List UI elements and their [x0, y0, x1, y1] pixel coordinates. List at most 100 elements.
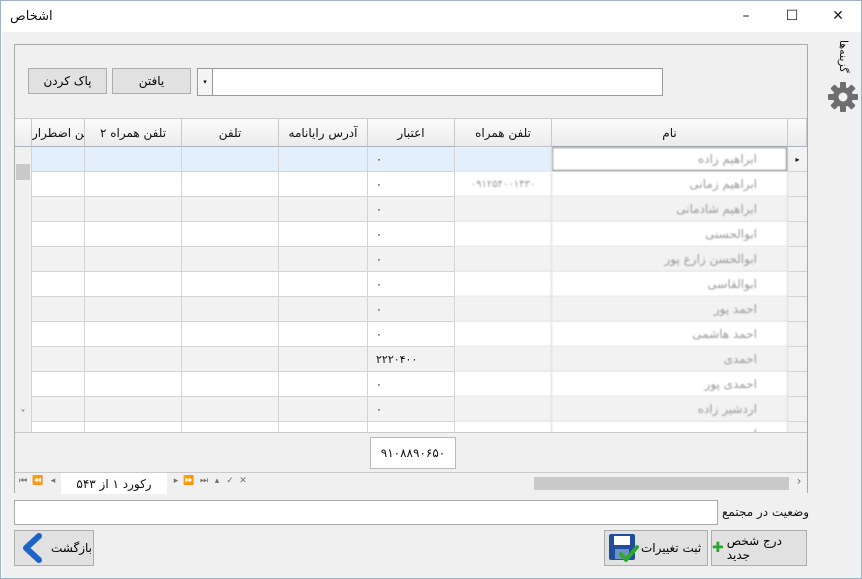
grid-cell[interactable]: [182, 247, 279, 272]
grid-cell[interactable]: [279, 322, 368, 347]
grid-cell[interactable]: [182, 297, 279, 322]
close-button[interactable]: ✕: [815, 1, 861, 31]
grid-cell[interactable]: [85, 322, 182, 347]
mobile-cell[interactable]: [455, 222, 552, 247]
grid-cell[interactable]: [32, 222, 85, 247]
grid-cell[interactable]: [85, 397, 182, 422]
name-cell[interactable]: ابراهیم زمانی: [552, 172, 788, 197]
grid-cell[interactable]: [32, 297, 85, 322]
mobile-cell[interactable]: [455, 322, 552, 347]
cancel-record-icon[interactable]: ✕: [237, 476, 249, 486]
row-indicator[interactable]: [788, 247, 807, 272]
last-record-icon[interactable]: ⏭: [198, 476, 210, 486]
credit-cell[interactable]: ۰: [368, 272, 455, 297]
clear-button[interactable]: پاک کردن: [28, 68, 107, 94]
find-button[interactable]: یافتن: [112, 68, 191, 94]
credit-cell[interactable]: ۰: [368, 172, 455, 197]
scroll-down-icon[interactable]: ˅: [15, 409, 31, 423]
credit-cell[interactable]: ۰: [368, 222, 455, 247]
column-header[interactable]: نام: [552, 119, 788, 147]
gear-icon[interactable]: [827, 81, 859, 113]
column-header[interactable]: تلفن همراه: [455, 119, 552, 147]
grid-cell[interactable]: [85, 147, 182, 172]
scrollbar-thumb[interactable]: [534, 477, 789, 490]
grid-cell[interactable]: [279, 197, 368, 222]
community-status-field[interactable]: [14, 500, 718, 525]
mobile-cell[interactable]: [455, 397, 552, 422]
name-cell[interactable]: احمد هاشمی: [552, 322, 788, 347]
mobile-cell[interactable]: [455, 297, 552, 322]
grid-cell[interactable]: [32, 197, 85, 222]
grid-cell[interactable]: [32, 172, 85, 197]
row-indicator[interactable]: [788, 422, 807, 432]
grid-cell[interactable]: [32, 372, 85, 397]
row-indicator[interactable]: [788, 172, 807, 197]
grid-cell[interactable]: [182, 397, 279, 422]
name-cell[interactable]: ابوالحسن زارع پور: [552, 247, 788, 272]
grid-cell[interactable]: [182, 322, 279, 347]
grid-cell[interactable]: [182, 372, 279, 397]
credit-cell[interactable]: ۰: [368, 297, 455, 322]
scroll-right-icon[interactable]: ›: [793, 474, 805, 488]
row-indicator[interactable]: [788, 397, 807, 422]
next-record-icon[interactable]: ▸: [170, 476, 182, 486]
column-header[interactable]: تلفن: [182, 119, 279, 147]
grid-cell[interactable]: [279, 422, 368, 432]
grid-cell[interactable]: [85, 372, 182, 397]
grid-cell[interactable]: [182, 147, 279, 172]
horizontal-scrollbar[interactable]: [256, 475, 806, 492]
mobile-cell[interactable]: ۰۹۱۲۵۴۰۰۱۴۳۰: [455, 172, 552, 197]
credit-cell[interactable]: ۲۲۲۰۴۰۰: [368, 347, 455, 372]
post-record-icon[interactable]: ✓: [224, 476, 236, 486]
grid-cell[interactable]: [279, 347, 368, 372]
grid-cell[interactable]: [85, 297, 182, 322]
name-cell[interactable]: اسدی: [552, 422, 788, 432]
row-indicator[interactable]: [788, 272, 807, 297]
grid-cell[interactable]: [85, 197, 182, 222]
search-dropdown-button[interactable]: ▾: [197, 68, 213, 96]
credit-cell[interactable]: ۰: [368, 322, 455, 347]
row-indicator[interactable]: [788, 372, 807, 397]
mobile-cell[interactable]: [455, 347, 552, 372]
name-cell[interactable]: اردشیر زاده: [552, 397, 788, 422]
grid-cell[interactable]: [85, 172, 182, 197]
column-header[interactable]: تلفن اضطرار: [32, 119, 85, 147]
name-cell[interactable]: احمد پور: [552, 297, 788, 322]
maximize-button[interactable]: ☐: [769, 1, 815, 31]
mobile-cell[interactable]: [455, 197, 552, 222]
grid-cell[interactable]: [279, 172, 368, 197]
grid-cell[interactable]: [182, 172, 279, 197]
grid-cell[interactable]: [32, 272, 85, 297]
row-indicator[interactable]: [788, 297, 807, 322]
credit-cell[interactable]: [368, 422, 455, 432]
mobile-cell[interactable]: [455, 422, 552, 432]
column-header[interactable]: آدرس رایانامه: [279, 119, 368, 147]
options-panel[interactable]: گزینه‌ها: [820, 32, 861, 122]
grid-cell[interactable]: [32, 347, 85, 372]
insert-record-icon[interactable]: ▴: [211, 476, 223, 486]
row-indicator[interactable]: [788, 222, 807, 247]
credit-cell[interactable]: ۰: [368, 147, 455, 172]
grid-cell[interactable]: [85, 347, 182, 372]
mobile-cell[interactable]: [455, 247, 552, 272]
grid-cell[interactable]: [182, 422, 279, 432]
back-button[interactable]: بازگشت: [14, 530, 94, 566]
vertical-scrollbar[interactable]: ˅: [15, 147, 32, 432]
grid-cell[interactable]: [32, 147, 85, 172]
grid-cell[interactable]: [32, 422, 85, 432]
minimize-button[interactable]: –: [723, 1, 769, 31]
search-input[interactable]: [212, 68, 663, 96]
name-cell[interactable]: ابراهیم شادمانی: [552, 197, 788, 222]
mobile-cell[interactable]: [455, 272, 552, 297]
name-cell[interactable]: ابراهیم زاده: [552, 147, 788, 172]
grid-cell[interactable]: [279, 222, 368, 247]
grid-cell[interactable]: [279, 247, 368, 272]
row-indicator[interactable]: [788, 197, 807, 222]
prev-page-icon[interactable]: ⏪: [32, 476, 44, 486]
grid-cell[interactable]: [32, 322, 85, 347]
grid-cell[interactable]: [279, 297, 368, 322]
name-cell[interactable]: احمدی: [552, 347, 788, 372]
grid-cell[interactable]: [85, 422, 182, 432]
grid-cell[interactable]: [182, 347, 279, 372]
grid-cell[interactable]: [32, 247, 85, 272]
